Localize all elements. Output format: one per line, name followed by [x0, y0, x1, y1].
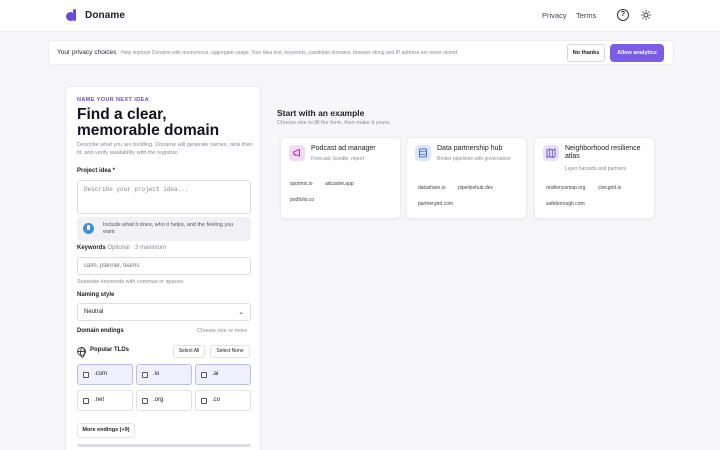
privacy-banner: Your privacy choices Help improve Doname… [48, 40, 674, 65]
tld-label: .org [153, 397, 164, 403]
example-card-data-partnership[interactable]: Data partnership hub Broker pipelines wi… [406, 137, 527, 219]
database-icon [415, 145, 431, 161]
headline-line-1: Find a clear, [77, 106, 167, 123]
nav-terms-link[interactable]: Terms [576, 11, 596, 20]
more-endings-button[interactable]: More endings (+9) [77, 423, 135, 438]
tld-option-co[interactable]: .co [195, 390, 251, 411]
lightbulb-icon [83, 223, 94, 234]
examples-title: Start with an example [277, 108, 365, 118]
tld-option-org[interactable]: .org [136, 390, 192, 411]
tld-label: .io [153, 371, 160, 377]
banner-title: Your privacy choices [57, 49, 117, 56]
headline-line-2: memorable domain [77, 122, 220, 139]
example-domain: podfolio.co [290, 197, 315, 203]
checkbox[interactable] [83, 372, 89, 378]
example-description: Forecast, bundle, report [311, 156, 365, 162]
example-card-podcast[interactable]: Podcast ad manager Forecast, bundle, rep… [280, 137, 401, 219]
tip-text: Include what it does, who it helps, and … [103, 222, 234, 235]
keywords-helper: Separate keywords with commas or spaces. [77, 279, 185, 285]
example-name: Data partnership hub [437, 145, 503, 152]
example-name: Neighborhood resilience atlas [565, 145, 641, 160]
banner-text: Help improve Doname with anonymous, aggr… [121, 50, 459, 56]
checkbox[interactable] [142, 398, 148, 404]
keywords-input[interactable]: calm, planner, teams [77, 257, 251, 275]
tld-option-ai[interactable]: .ai [195, 364, 251, 385]
example-name: Podcast ad manager [311, 145, 376, 152]
example-domain: datashare.io [418, 185, 446, 191]
naming-style-label: Naming style [77, 292, 115, 298]
nav-privacy-link[interactable]: Privacy [542, 11, 567, 20]
tld-label: .com [94, 371, 108, 377]
example-domain: safeborough.com [546, 201, 585, 207]
tld-option-com[interactable]: .com [77, 364, 133, 385]
tld-label: .co [212, 397, 221, 403]
no-thanks-button[interactable]: No thanks [567, 44, 605, 62]
examples-subtitle: Choose one to fill the form, then make i… [277, 120, 391, 126]
select-none-button[interactable]: Select None [210, 345, 250, 358]
keywords-label-text: Keywords [77, 245, 106, 251]
naming-style-value: Neutral [84, 309, 104, 315]
divider [77, 444, 251, 447]
project-idea-textarea[interactable]: Describe your project idea... [77, 180, 251, 214]
page-title: Find a clear, memorable domain [77, 107, 219, 139]
popular-tlds-label: Popular TLDs [90, 347, 130, 353]
example-card-neighborhood[interactable]: Neighborhood resilience atlas Layer haza… [534, 137, 655, 219]
brand-name: Doname [85, 10, 126, 21]
example-description: Broker pipelines with governance [437, 156, 511, 162]
example-description: Layer hazards and partners [565, 166, 627, 172]
sun-icon[interactable] [641, 10, 651, 20]
form-subtitle: Describe what you are building. Doname w… [77, 142, 253, 156]
checkbox[interactable] [201, 372, 207, 378]
allow-analytics-button[interactable]: Allow analytics [610, 44, 664, 62]
example-domain: pipelinehub.dev [458, 185, 494, 191]
tld-label: .net [94, 397, 105, 403]
naming-style-select[interactable]: Neutral ⌄ [77, 303, 251, 321]
form-eyebrow: NAME YOUR NEXT IDEA [77, 97, 149, 103]
keywords-note: Optional · 3 maximum [107, 245, 167, 251]
example-domain: resiliencemap.org [546, 185, 586, 191]
brand[interactable]: Doname [66, 9, 125, 22]
help-circle-icon[interactable]: ? [617, 9, 629, 21]
checkbox[interactable] [142, 372, 148, 378]
domain-form-card: NAME YOUR NEXT IDEA Find a clear, memora… [65, 86, 261, 450]
idea-tip: Include what it does, who it helps, and … [77, 217, 251, 241]
tld-option-io[interactable]: .io [136, 364, 192, 385]
example-domain: civicgrid.io [598, 185, 622, 191]
globe-icon [77, 347, 86, 358]
tld-label: .ai [212, 371, 219, 377]
checkbox[interactable] [201, 398, 207, 404]
keywords-label: Keywords Optional · 3 maximum [77, 245, 166, 251]
checkbox[interactable] [83, 398, 89, 404]
domain-endings-note: Choose one or more [197, 328, 248, 334]
domain-endings-label: Domain endings [77, 328, 124, 334]
idea-label: Project idea * [77, 168, 116, 174]
example-domain: spotmix.io [290, 181, 313, 187]
chevron-down-icon: ⌄ [238, 309, 244, 316]
megaphone-icon [289, 145, 305, 161]
top-bar: Doname Privacy Terms ? [0, 0, 720, 32]
select-all-button[interactable]: Select All [173, 345, 205, 358]
map-icon [543, 145, 559, 161]
example-domain: adcaster.app [325, 181, 354, 187]
example-domain: partnergrid.com [418, 201, 454, 207]
doname-logo-icon [66, 9, 77, 22]
tld-option-net[interactable]: .net [77, 390, 133, 411]
